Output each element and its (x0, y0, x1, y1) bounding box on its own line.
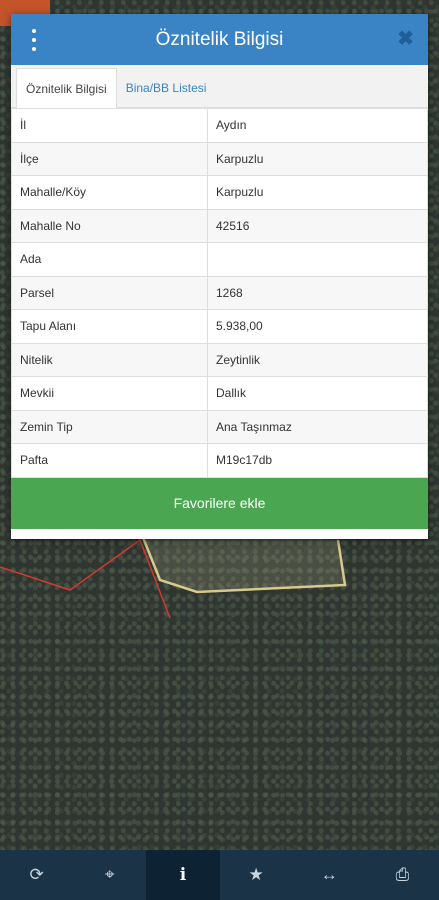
measure-icon[interactable]: ↔ (293, 850, 366, 900)
table-row: İlçe Karpuzlu (11, 141, 428, 176)
dialog-tabs: Öznitelik Bilgisi Bina/BB Listesi (11, 65, 428, 108)
table-row: Mahalle/Köy Karpuzlu (11, 175, 428, 210)
tab-building-list[interactable]: Bina/BB Listesi (117, 69, 216, 107)
table-row: İl Aydın (11, 108, 428, 143)
row-value (207, 242, 428, 277)
table-row: Mahalle No 42516 (11, 208, 428, 243)
row-key: Parsel (11, 275, 208, 310)
star-icon[interactable]: ★ (220, 850, 293, 900)
table-row: Parsel 1268 (11, 275, 428, 310)
tab-attribute-info[interactable]: Öznitelik Bilgisi (16, 68, 117, 108)
parcel-outline (138, 529, 347, 594)
add-to-favorites-button[interactable]: Favorilere ekle (11, 477, 428, 529)
row-key: İlçe (11, 141, 208, 176)
attribute-table: İl Aydın İlçe Karpuzlu Mahalle/Köy Karpuzlu… (11, 108, 428, 478)
dialog-title: Öznitelik Bilgisi (155, 28, 284, 50)
row-value: 1268 (207, 275, 428, 310)
row-value: Ana Taşınmaz (207, 409, 428, 444)
close-icon[interactable]: ✖ (397, 28, 414, 50)
row-value: 5.938,00 (207, 309, 428, 344)
crosshair-icon[interactable]: ⌖ (73, 850, 146, 900)
table-row: Ada (11, 242, 428, 277)
refresh-icon[interactable]: ⟳ (0, 850, 73, 900)
print-icon[interactable]: ⎙ (366, 850, 439, 900)
row-value: M19c17db (207, 443, 428, 478)
row-key: Zemin Tip (11, 409, 208, 444)
row-key: Mahalle No (11, 208, 208, 243)
table-row: Zemin Tip Ana Taşınmaz (11, 409, 428, 444)
row-value: Zeytinlik (207, 342, 428, 377)
row-value: Aydın (207, 108, 428, 143)
table-row: Nitelik Zeytinlik (11, 342, 428, 377)
row-value: Karpuzlu (207, 175, 428, 210)
row-key: Ada (11, 242, 208, 277)
table-row: Pafta M19c17db (11, 443, 428, 478)
row-key: Nitelik (11, 342, 208, 377)
row-value: Karpuzlu (207, 141, 428, 176)
row-key: Pafta (11, 443, 208, 478)
dialog-header: Öznitelik Bilgisi ✖ (11, 14, 428, 65)
row-key: Mevkii (11, 376, 208, 411)
row-value: 42516 (207, 208, 428, 243)
table-row: Tapu Alanı 5.938,00 (11, 309, 428, 344)
row-key: Tapu Alanı (11, 309, 208, 344)
row-key: İl (11, 108, 208, 143)
table-row: Mevkii Dallık (11, 376, 428, 411)
vertical-dots-menu-icon[interactable] (29, 29, 39, 51)
bottom-toolbar: ⟳ ⌖ i ★ ↔ ⎙ (0, 850, 439, 900)
attribute-dialog: Öznitelik Bilgisi ✖ Öznitelik Bilgisi Bi… (11, 14, 428, 539)
row-key: Mahalle/Köy (11, 175, 208, 210)
boundary-line (0, 538, 171, 619)
row-value: Dallık (207, 376, 428, 411)
info-icon[interactable]: i (146, 850, 220, 900)
